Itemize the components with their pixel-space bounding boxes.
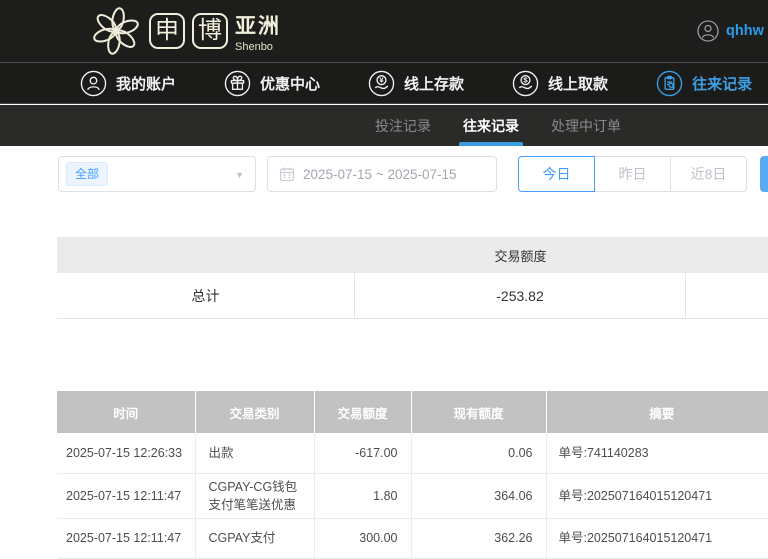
filter-row: 全部 ▼ 2025-07-15 ~ 2025-07-15 今日 昨日 近8日 — [58, 156, 747, 192]
quick-date-group: 今日 昨日 近8日 — [518, 156, 747, 192]
records-icon — [656, 70, 683, 96]
search-button[interactable] — [760, 156, 768, 192]
summary-total-value: -253.82 — [355, 273, 686, 318]
tab-transaction-records[interactable]: 往来记录 — [459, 105, 523, 146]
username-text: qhhw — [726, 23, 764, 39]
account-icon — [80, 70, 107, 96]
deposit-icon: ¥ — [368, 70, 395, 96]
summary-total-label: 总计 — [57, 273, 355, 318]
calendar-icon — [279, 167, 295, 182]
col-header-balance: 现有额度 — [411, 391, 547, 433]
date-range-input[interactable]: 2025-07-15 ~ 2025-07-15 — [267, 156, 497, 192]
cell-amount: 1.80 — [314, 473, 412, 519]
cell-amount: 300.00 — [314, 518, 412, 559]
user-account[interactable]: qhhw — [697, 0, 764, 62]
tab-label: 处理中订单 — [551, 117, 621, 134]
svg-text:$: $ — [523, 75, 528, 84]
logo-subtitle: Shenbo — [235, 40, 273, 53]
summary-table: 交易额度 总计 -253.82 — [57, 237, 768, 319]
button-label: 今日 — [542, 166, 571, 182]
transactions-table: 时间 交易类别 交易额度 现有额度 摘要 2025-07-15 12:26:33… — [57, 391, 768, 559]
summary-empty-cell — [686, 273, 768, 318]
tab-label: 往来记录 — [463, 117, 519, 134]
brand-logo: 申 博 亚洲 Shenbo — [90, 5, 281, 57]
cell-time: 2025-07-15 12:11:47 — [57, 473, 196, 519]
cell-balance: 364.06 — [411, 473, 547, 519]
col-header-type: 交易类别 — [195, 391, 315, 433]
col-header-time: 时间 — [57, 391, 196, 433]
logo-region-text: 亚洲 — [235, 14, 281, 38]
summary-header-row: 交易额度 — [57, 237, 768, 273]
flower-logo-icon — [93, 7, 139, 55]
tab-betting-records[interactable]: 投注记录 — [375, 105, 431, 146]
cell-memo: 单号:741140283 — [546, 433, 768, 474]
date-range-value: 2025-07-15 ~ 2025-07-15 — [303, 166, 457, 182]
cell-balance: 0.06 — [411, 433, 547, 474]
type-select[interactable]: 全部 ▼ — [58, 156, 256, 192]
svg-text:¥: ¥ — [379, 75, 384, 84]
cell-time: 2025-07-15 12:26:33 — [57, 433, 196, 474]
logo-char-bo: 博 — [192, 13, 228, 49]
gift-icon — [224, 70, 251, 96]
nav-item-my-account[interactable]: 我的账户 — [80, 70, 176, 97]
nav-item-deposit[interactable]: ¥ 线上存款 — [368, 70, 464, 97]
records-tabbar: 投注记录 往来记录 处理中订单 — [0, 105, 768, 146]
selected-type-tag: 全部 — [66, 162, 109, 186]
app-header: 申 博 亚洲 Shenbo qhhw — [0, 0, 768, 62]
yesterday-button[interactable]: 昨日 — [594, 156, 671, 192]
logo-char-shen: 申 — [149, 13, 185, 49]
cell-time: 2025-07-15 12:11:47 — [57, 518, 196, 559]
cell-type: 出款 — [195, 433, 315, 474]
transactions-header-row: 时间 交易类别 交易额度 现有额度 摘要 — [57, 391, 768, 433]
nav-label: 优惠中心 — [260, 75, 321, 93]
main-nav: 我的账户 优惠中心 ¥ 线上存款 $ 线上取款 往来记录 — [0, 62, 768, 104]
nav-label: 线上存款 — [404, 75, 465, 93]
button-label: 昨日 — [618, 166, 647, 182]
cell-balance: 362.26 — [411, 518, 547, 559]
cell-memo: 单号:202507164015120471 — [546, 518, 768, 559]
tab-pending-orders[interactable]: 处理中订单 — [551, 105, 621, 146]
last-8-days-button[interactable]: 近8日 — [670, 156, 747, 192]
nav-item-withdraw[interactable]: $ 线上取款 — [512, 70, 608, 97]
cell-amount: -617.00 — [314, 433, 412, 474]
cell-type: CGPAY-CG钱包支付笔笔送优惠 — [195, 473, 315, 519]
nav-label: 我的账户 — [116, 75, 177, 93]
table-row: 2025-07-15 12:11:47 CGPAY-CG钱包支付笔笔送优惠 1.… — [57, 473, 768, 519]
cell-type: CGPAY支付 — [195, 518, 315, 559]
cell-memo: 单号:202507164015120471 — [546, 473, 768, 519]
col-header-memo: 摘要 — [546, 391, 768, 433]
withdraw-icon: $ — [512, 70, 539, 96]
user-avatar-icon — [697, 20, 719, 42]
tab-label: 投注记录 — [375, 117, 431, 134]
caret-down-icon: ▼ — [235, 170, 244, 180]
nav-item-promotions[interactable]: 优惠中心 — [224, 70, 320, 97]
nav-label: 线上取款 — [548, 75, 609, 93]
summary-header-label: 交易额度 — [494, 248, 547, 264]
nav-label: 往来记录 — [692, 75, 753, 93]
nav-item-transaction-records[interactable]: 往来记录 — [656, 70, 752, 97]
today-button[interactable]: 今日 — [518, 156, 595, 192]
button-label: 近8日 — [690, 166, 727, 182]
summary-total-row: 总计 -253.82 — [57, 273, 768, 319]
table-row: 2025-07-15 12:26:33 出款 -617.00 0.06 单号:7… — [57, 433, 768, 474]
table-row: 2025-07-15 12:11:47 CGPAY支付 300.00 362.2… — [57, 518, 768, 559]
col-header-amount: 交易额度 — [314, 391, 412, 433]
